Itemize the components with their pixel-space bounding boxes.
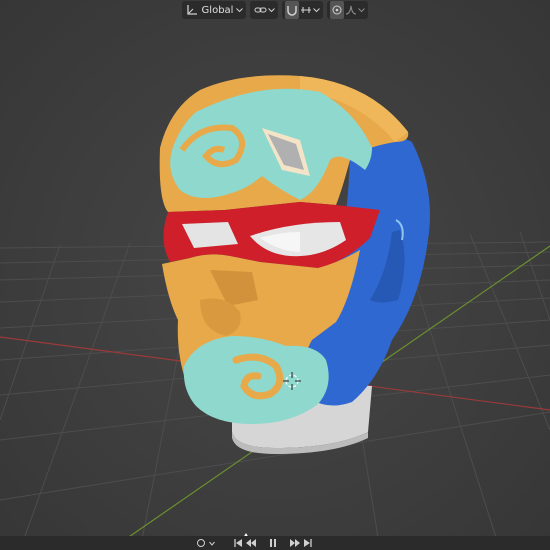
transform-orientation-dropdown[interactable]: Global — [181, 1, 247, 19]
falloff-curve-icon[interactable] — [344, 1, 358, 19]
jump-start-icon[interactable] — [233, 537, 243, 549]
play-icon[interactable] — [289, 537, 301, 549]
pivot-point-dropdown[interactable] — [250, 1, 279, 19]
proportional-edit-icon[interactable] — [330, 1, 345, 19]
chevron-down-icon — [209, 537, 215, 549]
timeline-bar — [0, 536, 550, 550]
pause-icon[interactable] — [268, 537, 278, 549]
play-reverse-icon[interactable] — [245, 537, 257, 549]
orientation-label: Global — [201, 4, 234, 16]
snap-magnet-icon[interactable] — [285, 1, 300, 19]
keyframe-type-icon[interactable] — [195, 537, 207, 549]
jump-end-icon[interactable] — [303, 537, 313, 549]
3d-viewport[interactable]: Global — [0, 0, 550, 550]
mask-cyan-swirl — [183, 336, 329, 424]
orientation-icon — [185, 1, 199, 19]
snap-target-icon[interactable] — [299, 1, 313, 19]
chevron-down-icon — [358, 7, 366, 13]
snapping-group[interactable] — [282, 1, 324, 19]
link-icon — [253, 1, 268, 19]
chevron-down-icon — [236, 7, 244, 13]
chevron-down-icon — [313, 7, 321, 13]
viewport-scene — [0, 75, 550, 550]
proportional-edit-group[interactable] — [327, 1, 369, 19]
chevron-down-icon — [268, 7, 276, 13]
viewport-header: Global — [0, 0, 550, 20]
